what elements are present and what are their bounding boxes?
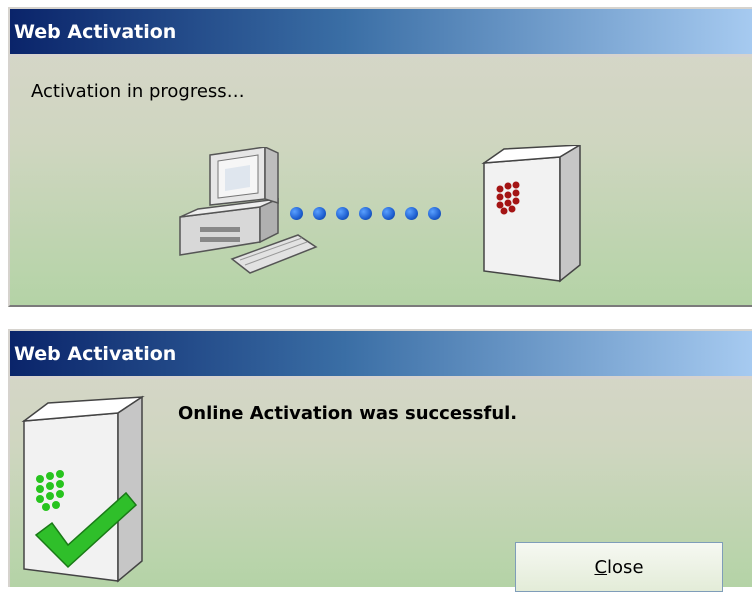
dialog-body: Activation in progress… <box>10 57 752 307</box>
progress-dot <box>336 207 349 220</box>
close-button[interactable]: Close <box>515 542 723 592</box>
window-title: Web Activation <box>14 342 177 365</box>
progress-dot <box>382 207 395 220</box>
progress-dot <box>405 207 418 220</box>
close-button-mnemonic: C <box>594 556 608 578</box>
server-icon <box>478 143 588 289</box>
title-bar: Web Activation <box>10 331 752 379</box>
window-title: Web Activation <box>14 20 177 43</box>
progress-dot <box>313 207 326 220</box>
progress-dot <box>359 207 372 220</box>
title-bar: Web Activation <box>10 9 752 57</box>
activation-progress-dialog: Web Activation Activation in progress… <box>8 7 752 307</box>
status-text: Activation in progress… <box>31 81 245 102</box>
activation-success-dialog: Web Activation Online Activation was suc… <box>8 329 752 592</box>
success-message: Online Activation was successful. <box>178 403 518 424</box>
dialog-body: Online Activation was successful. Close <box>10 379 752 592</box>
server-success-icon <box>18 395 158 589</box>
progress-dots <box>290 207 441 220</box>
progress-dot <box>290 207 303 220</box>
close-button-label: lose <box>607 556 644 578</box>
progress-dot <box>428 207 441 220</box>
